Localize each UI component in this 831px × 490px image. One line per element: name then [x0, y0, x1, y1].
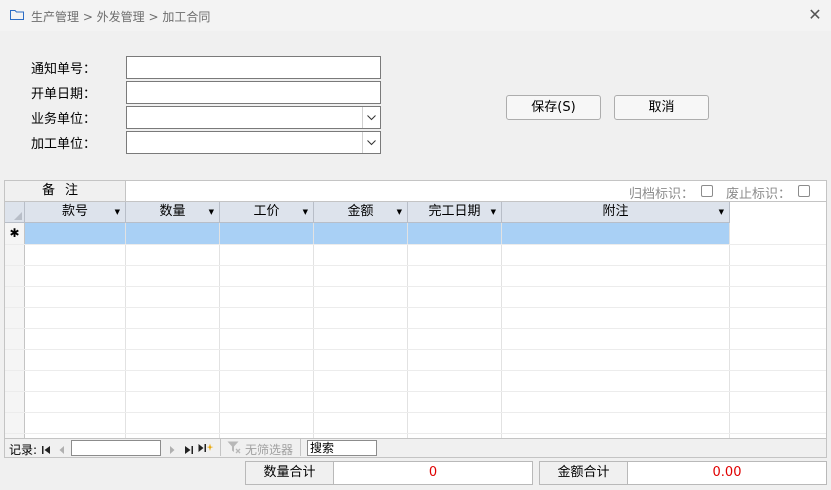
- notice-no-label: 通知单号：: [31, 62, 97, 77]
- grid-line: [407, 223, 408, 438]
- dropdown-arrow-icon[interactable]: ▼: [491, 202, 496, 223]
- cancel-button[interactable]: 取消: [614, 95, 709, 120]
- no-filter-label[interactable]: 无筛选器: [245, 441, 293, 458]
- remarks-label: 备注: [4, 180, 126, 202]
- dropdown-arrow-icon[interactable]: ▼: [209, 202, 214, 223]
- grid-line: [5, 370, 826, 371]
- row-selector-column: [5, 244, 25, 438]
- open-date-input[interactable]: [126, 81, 381, 104]
- first-record-icon[interactable]: [42, 443, 51, 458]
- grid-line: [125, 223, 126, 438]
- dropdown-arrow-icon[interactable]: ▼: [397, 202, 402, 223]
- folder-icon: [10, 9, 24, 20]
- remarks-input[interactable]: [127, 181, 617, 201]
- column-header-note[interactable]: 附注 ▼: [502, 202, 730, 223]
- business-unit-select[interactable]: [126, 106, 381, 129]
- chevron-down-icon[interactable]: [362, 107, 380, 128]
- void-flag-checkbox[interactable]: [798, 185, 810, 197]
- previous-record-icon[interactable]: [59, 443, 65, 458]
- grid-line: [5, 328, 826, 329]
- grid-line: [313, 223, 314, 438]
- close-icon[interactable]: ✕: [806, 6, 824, 24]
- column-header-label: 数量: [159, 204, 186, 219]
- process-unit-select[interactable]: [126, 131, 381, 154]
- new-record-icon[interactable]: [198, 442, 214, 457]
- amount-total-label: 金额合计: [539, 461, 628, 485]
- last-record-icon[interactable]: [184, 443, 193, 458]
- table-row[interactable]: [25, 223, 730, 244]
- grid-line: [5, 391, 826, 392]
- archive-flag-label: 归档标识：: [629, 187, 695, 202]
- column-header-style-no[interactable]: 款号 ▼: [25, 202, 126, 223]
- grid-line: [5, 349, 826, 350]
- new-row-marker[interactable]: ✱: [5, 223, 25, 244]
- column-header-finish-date[interactable]: 完工日期 ▼: [408, 202, 502, 223]
- record-label: 记录:: [9, 443, 38, 457]
- archive-flag-checkbox[interactable]: [701, 185, 713, 197]
- business-unit-label: 业务单位：: [31, 112, 97, 127]
- current-record-input[interactable]: [71, 440, 161, 456]
- dropdown-arrow-icon[interactable]: ▼: [303, 202, 308, 223]
- open-date-label: 开单日期：: [31, 87, 97, 102]
- column-header-amount[interactable]: 金额 ▼: [314, 202, 408, 223]
- process-unit-label: 加工单位：: [31, 137, 97, 152]
- grid-line: [5, 286, 826, 287]
- quantity-total-value: 0: [333, 461, 533, 485]
- column-header-unit-price[interactable]: 工价 ▼: [220, 202, 314, 223]
- filter-icon[interactable]: [227, 441, 241, 458]
- navigator-separator: [220, 439, 221, 456]
- grid-line: [5, 307, 826, 308]
- detail-grid[interactable]: 款号 ▼ 数量 ▼ 工价 ▼ 金额 ▼ 完工日期 ▼ 附注 ▼ ✱: [4, 202, 827, 438]
- column-header-label: 附注: [602, 204, 629, 219]
- void-flag-label: 废止标识：: [726, 187, 792, 202]
- grid-line: [729, 223, 730, 438]
- column-header-label: 完工日期: [428, 204, 481, 219]
- column-header-label: 金额: [347, 204, 374, 219]
- grid-line: [5, 244, 826, 245]
- select-all-corner[interactable]: [5, 202, 25, 223]
- grid-line: [5, 433, 826, 434]
- grid-line: [219, 223, 220, 438]
- column-header-quantity[interactable]: 数量 ▼: [126, 202, 220, 223]
- amount-total-value: 0.00: [627, 461, 827, 485]
- grid-line: [501, 223, 502, 438]
- column-header-label: 款号: [61, 204, 88, 219]
- dropdown-arrow-icon[interactable]: ▼: [115, 202, 120, 223]
- grid-line: [5, 412, 826, 413]
- save-button[interactable]: 保存(S): [506, 95, 601, 120]
- navigator-separator: [300, 439, 301, 456]
- column-header-label: 工价: [253, 204, 280, 219]
- quantity-total-label: 数量合计: [245, 461, 334, 485]
- dropdown-arrow-icon[interactable]: ▼: [719, 202, 724, 223]
- notice-no-input[interactable]: [126, 56, 381, 79]
- breadcrumb: 生产管理 > 外发管理 > 加工合同: [31, 10, 211, 24]
- chevron-down-icon[interactable]: [362, 132, 380, 153]
- search-input[interactable]: 搜索: [307, 440, 377, 456]
- next-record-icon[interactable]: [169, 443, 175, 458]
- grid-line: [5, 265, 826, 266]
